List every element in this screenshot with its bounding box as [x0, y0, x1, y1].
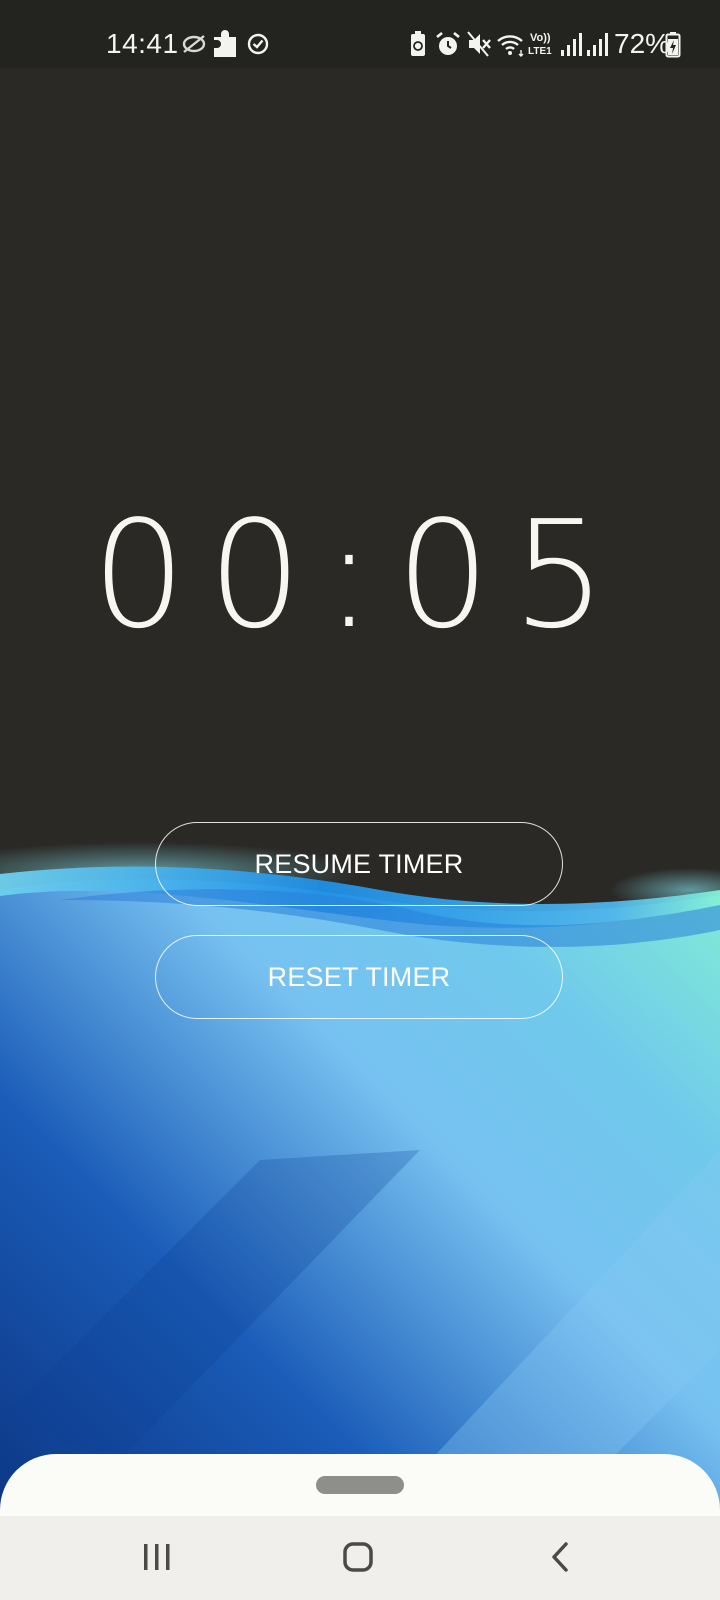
- home-button[interactable]: [326, 1530, 390, 1586]
- status-bar: 14:41 Vo)) LTE1 72%: [0, 0, 720, 68]
- svg-text:LTE1: LTE1: [528, 46, 552, 57]
- battery-icon: [665, 32, 681, 58]
- back-icon: [552, 1542, 568, 1572]
- wave-background: [0, 842, 720, 1600]
- clock-check-icon: [247, 33, 269, 55]
- wifi-icon: [497, 35, 524, 57]
- alarm-icon: [436, 31, 460, 55]
- back-button[interactable]: [528, 1530, 592, 1586]
- do-not-disturb-icon: [182, 35, 206, 53]
- timer-display: 00:05: [91, 489, 629, 661]
- recent-apps-button[interactable]: [125, 1530, 189, 1586]
- mute-icon: [467, 31, 491, 57]
- signal-icon: [561, 33, 582, 56]
- status-time: 14:41: [106, 28, 179, 59]
- navigation-bar: [0, 1516, 720, 1600]
- signal-icon: [587, 33, 608, 56]
- battery-percent: 72%: [614, 28, 671, 59]
- battery-saver-icon: [411, 31, 425, 56]
- timer-screen: 14:41 Vo)) LTE1 72% 00:05 RESUME TIMER R…: [0, 0, 720, 1600]
- recent-apps-icon: [144, 1544, 170, 1570]
- resume-timer-button[interactable]: RESUME TIMER: [155, 822, 563, 906]
- home-icon: [343, 1542, 373, 1572]
- volte-icon: Vo)) LTE1: [528, 32, 552, 57]
- sheet-drag-handle[interactable]: [316, 1476, 404, 1494]
- puzzle-icon: [214, 30, 236, 57]
- reset-timer-button[interactable]: RESET TIMER: [155, 935, 563, 1019]
- svg-text:Vo)): Vo)): [530, 32, 551, 44]
